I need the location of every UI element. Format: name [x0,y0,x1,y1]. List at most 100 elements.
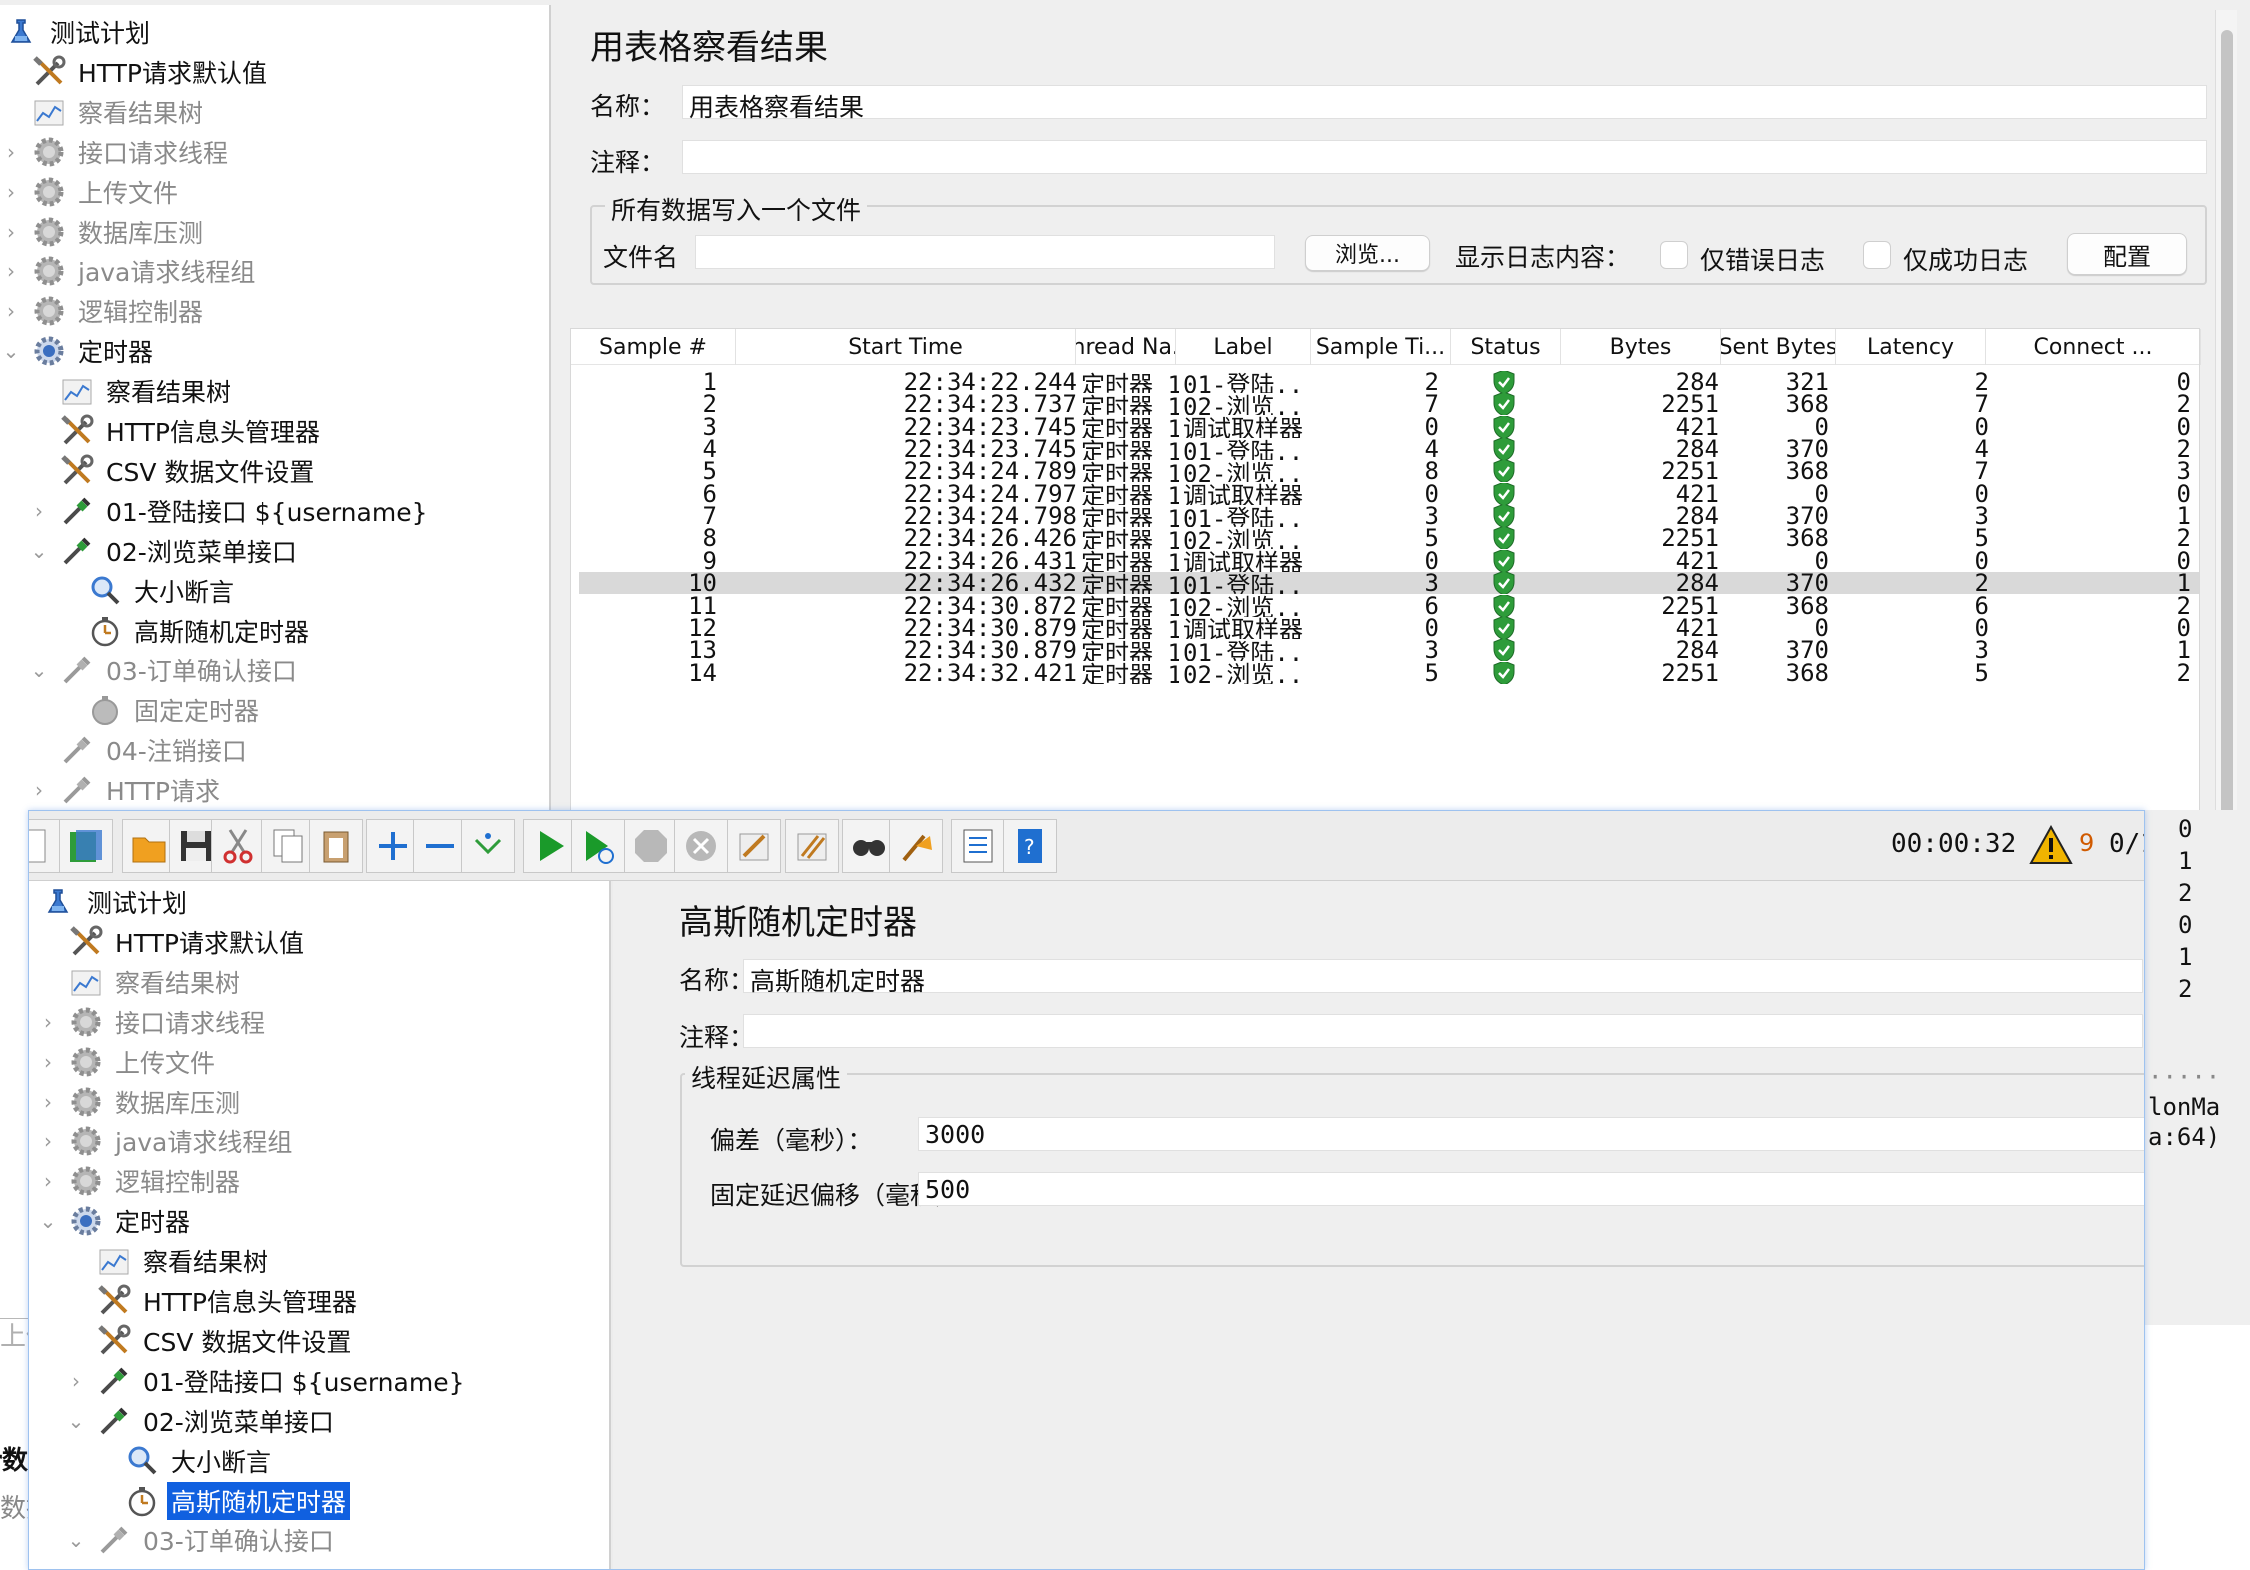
tree-node[interactable]: › 逻辑控制器 [35,1161,244,1201]
column-header[interactable]: Start Time [736,329,1076,365]
tree-node[interactable]: ⌄ 03-订单确认接口 [63,1520,338,1560]
start-icon[interactable] [523,819,577,873]
templates-icon[interactable] [59,819,113,873]
tree-node[interactable]: ⌄ 02-浏览菜单接口 [26,531,301,571]
tree-node[interactable]: HTTP请求默认值 [0,52,271,92]
collapse-icon[interactable] [413,819,467,873]
test-plan-tree-front[interactable]: 测试计划 HTTP请求默认值察看结果树 › 接口请求线程 › 上传文件 › 数据库压测 › jav… [29,881,611,1569]
name-input[interactable]: 用表格察看结果 [682,85,2207,122]
table-row[interactable]: 5 22:34:24.789定时器 1-102-浏览... 8 2251 368 7 3 [579,460,2199,483]
tree-node[interactable]: › 接口请求线程 [0,132,232,172]
table-row[interactable]: 3 22:34:23.745定时器 1-1调试取样器 0 421 0 0 0 [579,415,2199,438]
table-row[interactable]: 6 22:34:24.797定时器 1-1调试取样器 0 421 0 0 0 [579,482,2199,505]
tree-node[interactable]: HTTP信息头管理器 [26,411,324,451]
chevron-right-icon[interactable]: › [35,1010,61,1034]
paste-icon[interactable] [309,819,363,873]
tree-node[interactable]: 察看结果树 [63,1241,272,1281]
chevron-right-icon[interactable]: › [63,1369,89,1393]
tree-node[interactable]: CSV 数据文件设置 [26,451,318,491]
tree-node[interactable]: ⌄ 02-浏览菜单接口 [63,1401,338,1441]
chevron-right-icon[interactable]: › [26,778,52,802]
chevron-right-icon[interactable]: › [35,1050,61,1074]
table-row[interactable]: 8 22:34:26.426定时器 1-102-浏览... 5 2251 368 5 2 [579,527,2199,550]
chevron-down-icon[interactable]: ⌄ [35,1209,61,1233]
tree-node[interactable]: › java请求线程组 [0,251,259,291]
offset-input[interactable]: 500 [918,1172,2144,1206]
chevron-right-icon[interactable]: › [35,1129,61,1153]
table-row[interactable]: 9 22:34:26.431定时器 1-1调试取样器 0 421 0 0 0 [579,549,2199,572]
tree-node[interactable]: HTTP信息头管理器 [63,1281,361,1321]
column-header[interactable]: Connect ... [1986,329,2201,365]
tree-node[interactable]: HTTP请求默认值 [35,922,308,962]
tree-node[interactable]: › 01-登陆接口 ${username} [26,491,432,531]
configure-button[interactable]: 配置 [2067,233,2187,275]
chevron-right-icon[interactable]: › [0,220,24,244]
tree-node[interactable]: 固定定时器 [54,690,263,730]
tree-node[interactable]: 04-注销接口 [26,730,251,770]
tree-node[interactable]: 高斯随机定时器 [54,611,313,651]
chevron-down-icon[interactable]: ⌄ [63,1409,89,1433]
stop-icon[interactable] [624,819,678,873]
table-row[interactable]: 13 22:34:30.879定时器 1-101-登陆... 3 284 370 3 1 [579,639,2199,662]
success-only-checkbox[interactable] [1863,241,1891,269]
chevron-down-icon[interactable]: ⌄ [0,339,24,363]
errors-only-checkbox[interactable] [1660,241,1688,269]
column-header[interactable]: Label [1176,329,1311,365]
open-icon[interactable] [122,819,176,873]
function-helper-icon[interactable] [951,819,1005,873]
comment-input[interactable] [682,140,2207,174]
browse-button[interactable]: 浏览... [1305,235,1430,271]
tree-node[interactable]: 测试计划 [29,882,191,922]
chevron-right-icon[interactable]: › [0,299,24,323]
tree-node[interactable]: › 上传文件 [35,1042,219,1082]
tree-node[interactable]: CSV 数据文件设置 [63,1321,355,1361]
table-row[interactable]: 7 22:34:24.798定时器 1-101-登陆... 3 284 370 3 1 [579,505,2199,528]
tree-node[interactable]: › 数据库压测 [0,212,207,252]
tree-node[interactable]: ⌄ 03-订单确认接口 [26,650,301,690]
search-icon[interactable] [842,819,896,873]
table-row[interactable]: 14 22:34:32.421定时器 1-102-浏览... 5 2251 368 5 2 [579,661,2199,684]
tree-node[interactable]: 高斯随机定时器 [91,1481,351,1521]
table-row[interactable]: 12 22:34:30.879定时器 1-1调试取样器 0 421 0 0 0 [579,616,2199,639]
toggle-icon[interactable] [461,819,515,873]
deviation-input[interactable]: 3000 [918,1117,2144,1151]
tree-node[interactable]: › 01-登陆接口 ${username} [63,1361,469,1401]
tree-node[interactable]: › 上传文件 [0,172,182,212]
clear-all-icon[interactable] [785,819,839,873]
chevron-down-icon[interactable]: ⌄ [26,658,52,682]
column-header[interactable]: Sent Bytes [1721,329,1836,365]
table-row[interactable]: 2 22:34:23.737定时器 1-102-浏览... 7 2251 368 7 2 [579,393,2199,416]
comment-input[interactable] [743,1014,2143,1048]
chevron-down-icon[interactable]: ⌄ [63,1528,89,1552]
tree-node[interactable]: › 接口请求线程 [35,1002,269,1042]
start-no-pause-icon[interactable] [571,819,625,873]
table-row[interactable]: 11 22:34:30.872定时器 1-102-浏览... 6 2251 368 6 2 [579,594,2199,617]
name-input[interactable]: 高斯随机定时器 [743,959,2143,996]
column-header[interactable]: Bytes [1561,329,1721,365]
expand-icon[interactable] [366,819,420,873]
warning-icon[interactable] [2029,824,2073,869]
reset-search-icon[interactable] [889,819,943,873]
tree-node[interactable]: 察看结果树 [26,371,235,411]
panel-scrollbar-thumb[interactable] [2221,30,2233,830]
tree-node[interactable]: 大小断言 [91,1441,275,1481]
tree-node[interactable]: › java请求线程组 [35,1121,296,1161]
column-header[interactable]: Latency [1836,329,1986,365]
chevron-right-icon[interactable]: › [26,499,52,523]
column-header[interactable]: Status [1451,329,1561,365]
chevron-right-icon[interactable]: › [35,1090,61,1114]
chevron-right-icon[interactable]: › [0,259,24,283]
chevron-down-icon[interactable]: ⌄ [26,539,52,563]
column-header[interactable]: Sample # [571,329,736,365]
filename-input[interactable] [695,235,1275,269]
table-row[interactable]: 4 22:34:23.745定时器 1-101-登陆... 4 284 370 4 2 [579,438,2199,461]
tree-node[interactable]: ⌄ 定时器 [0,331,157,371]
copy-icon[interactable] [261,819,315,873]
shutdown-icon[interactable] [674,819,728,873]
column-header[interactable]: Thread Na... [1076,329,1176,365]
new-icon[interactable] [29,819,61,873]
results-table[interactable]: Sample #Start TimeThread Na...LabelSampl… [570,328,2201,823]
tree-node[interactable]: › 数据库压测 [35,1082,244,1122]
tree-node[interactable]: › HTTP请求 [26,770,224,810]
tree-node[interactable]: 大小断言 [54,571,238,611]
